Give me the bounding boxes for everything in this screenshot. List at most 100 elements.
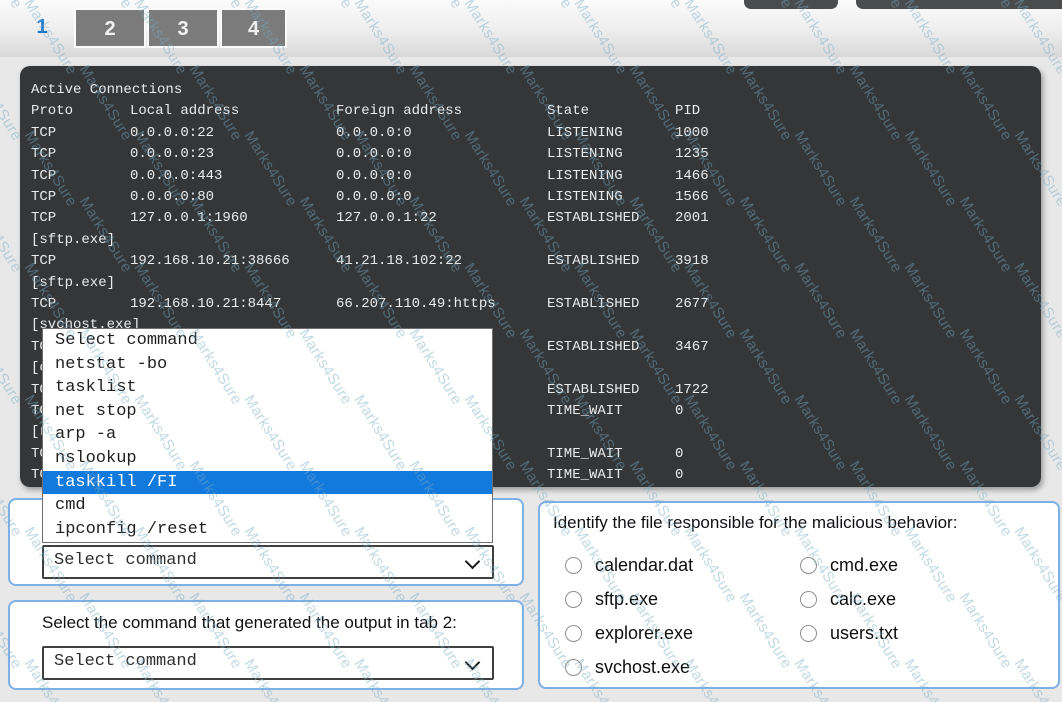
- foreign-cell: 0.0.0.0:0: [336, 125, 412, 141]
- radio-label: calendar.dat: [595, 555, 693, 576]
- command-select-tab1[interactable]: Select command: [42, 545, 494, 579]
- radio-button[interactable]: [565, 625, 582, 642]
- state-cell: ESTABLISHED: [547, 296, 639, 312]
- tab-4[interactable]: 4: [220, 8, 287, 48]
- terminal-header-row: ProtoLocal addressForeign addressStatePI…: [20, 103, 1041, 124]
- top-cutoff-pill-right: [856, 0, 1062, 9]
- dropdown-option-tasklist[interactable]: tasklist: [43, 376, 492, 400]
- pid-cell: 1466: [675, 168, 709, 184]
- proto-cell: TCP: [31, 210, 56, 226]
- state-cell: ESTABLISHED: [547, 210, 639, 226]
- radio-label: explorer.exe: [595, 623, 693, 644]
- proto-cell: TCP: [31, 189, 56, 205]
- terminal-row: TCP 127.0.0.1:1960 127.0.0.1:22 ESTABLISHED…: [20, 210, 1041, 231]
- state-cell: ESTABLISHED: [547, 382, 639, 398]
- terminal-row: TCP 0.0.0.0:22 0.0.0.0:0 LISTENING 1000: [20, 125, 1041, 146]
- state-cell: ESTABLISHED: [547, 253, 639, 269]
- terminal-row: [sftp.exe]: [20, 232, 1041, 253]
- command-question-panel-tab2: Select the command that generated the ou…: [8, 600, 524, 690]
- pid-cell: 0: [675, 446, 683, 462]
- local-cell: 0.0.0.0:443: [130, 168, 222, 184]
- radio-label: svchost.exe: [595, 657, 690, 678]
- dropdown-option-ipconfig-reset[interactable]: ipconfig /reset: [43, 518, 492, 542]
- chevron-down-icon: [465, 655, 481, 671]
- radio-button[interactable]: [565, 591, 582, 608]
- identify-question-label: Identify the file responsible for the ma…: [553, 513, 957, 533]
- local-cell: 0.0.0.0:22: [130, 125, 214, 141]
- dropdown-option-net-stop[interactable]: net stop: [43, 400, 492, 424]
- foreign-cell: 66.207.110.49:https: [336, 296, 496, 312]
- process-name-cell: [sftp.exe]: [31, 232, 115, 248]
- pid-cell: 2677: [675, 296, 709, 312]
- command-select-tab2-value: Select command: [54, 652, 197, 671]
- radio-option-sftp-exe[interactable]: sftp.exe: [565, 589, 658, 610]
- terminal-title: Active Connections: [31, 82, 182, 98]
- radio-option-cmd-exe[interactable]: cmd.exe: [800, 555, 898, 576]
- chevron-down-icon: [465, 554, 481, 570]
- proto-cell: TCP: [31, 125, 56, 141]
- radio-option-svchost-exe[interactable]: svchost.exe: [565, 657, 690, 678]
- radio-option-calendar-dat[interactable]: calendar.dat: [565, 555, 693, 576]
- proto-cell: TCP: [31, 146, 56, 162]
- dropdown-option-arp-a[interactable]: arp -a: [43, 423, 492, 447]
- command-select-tab1-value: Select command: [54, 551, 197, 570]
- radio-button[interactable]: [565, 659, 582, 676]
- proto-cell: TCP: [31, 168, 56, 184]
- pid-cell: 1566: [675, 189, 709, 205]
- local-cell: 127.0.0.1:1960: [130, 210, 248, 226]
- dropdown-option-netstat-bo[interactable]: netstat -bo: [43, 353, 492, 377]
- foreign-cell: 0.0.0.0:0: [336, 168, 412, 184]
- foreign-cell: 127.0.0.1:22: [336, 210, 437, 226]
- tab2-question-label: Select the command that generated the ou…: [42, 613, 457, 633]
- dropdown-option-cmd[interactable]: cmd: [43, 494, 492, 518]
- dropdown-option-taskkill-fi[interactable]: taskkill /FI: [43, 471, 492, 495]
- local-cell: 192.168.10.21:8447: [130, 296, 281, 312]
- terminal-row: TCP0.0.0.0:230.0.0.0:0LISTENING1235: [20, 146, 1041, 167]
- pid-cell: 2001: [675, 210, 709, 226]
- state-cell: TIME_WAIT: [547, 446, 623, 462]
- radio-button[interactable]: [800, 625, 817, 642]
- pid-cell: 3918: [675, 253, 709, 269]
- pid-cell: 1722: [675, 382, 709, 398]
- foreign-cell: 0.0.0.0:0: [336, 189, 412, 205]
- radio-label: sftp.exe: [595, 589, 658, 610]
- radio-button[interactable]: [800, 557, 817, 574]
- local-cell: 0.0.0.0:80: [130, 189, 214, 205]
- proto-cell: TCP: [31, 296, 56, 312]
- dropdown-option-nslookup[interactable]: nslookup: [43, 447, 492, 471]
- process-name-cell: [sftp.exe]: [31, 275, 115, 291]
- radio-label: cmd.exe: [830, 555, 898, 576]
- state-cell: LISTENING: [547, 189, 623, 205]
- top-cutoff-pill-left: [744, 0, 838, 9]
- tab-1[interactable]: 1: [14, 8, 70, 48]
- identify-file-panel: Identify the file responsible for the ma…: [538, 501, 1060, 689]
- terminal-row: [sftp.exe]: [20, 275, 1041, 296]
- radio-label: users.txt: [830, 623, 898, 644]
- pid-cell: 3467: [675, 339, 709, 355]
- radio-button[interactable]: [800, 591, 817, 608]
- pid-cell: 0: [675, 467, 683, 483]
- tab-3[interactable]: 3: [147, 8, 219, 48]
- state-cell: TIME_WAIT: [547, 467, 623, 483]
- pid-cell: 1000: [675, 125, 709, 141]
- command-select-tab2[interactable]: Select command: [42, 646, 494, 680]
- command-dropdown-list[interactable]: Select commandnetstat -botasklistnet sto…: [42, 328, 493, 543]
- terminal-row: TCP192.168.10.21:3866641.21.18.102:22EST…: [20, 253, 1041, 274]
- radio-label: calc.exe: [830, 589, 896, 610]
- dropdown-option-select-command[interactable]: Select command: [43, 329, 492, 353]
- proto-cell: Proto: [31, 103, 73, 119]
- local-cell: 192.168.10.21:38666: [130, 253, 290, 269]
- state-cell: LISTENING: [547, 125, 623, 141]
- foreign-cell: Foreign address: [336, 103, 462, 119]
- terminal-row: TCP 0.0.0.0:80 0.0.0.0:0 LISTENING 1566: [20, 189, 1041, 210]
- radio-option-explorer-exe[interactable]: explorer.exe: [565, 623, 693, 644]
- terminal-title-row: Active Connections: [20, 82, 1041, 103]
- state-cell: TIME_WAIT: [547, 403, 623, 419]
- radio-button[interactable]: [565, 557, 582, 574]
- radio-option-calc-exe[interactable]: calc.exe: [800, 589, 896, 610]
- tab-2[interactable]: 2: [74, 8, 146, 48]
- state-cell: LISTENING: [547, 168, 623, 184]
- state-cell: LISTENING: [547, 146, 623, 162]
- radio-option-users-txt[interactable]: users.txt: [800, 623, 898, 644]
- pid-cell: 1235: [675, 146, 709, 162]
